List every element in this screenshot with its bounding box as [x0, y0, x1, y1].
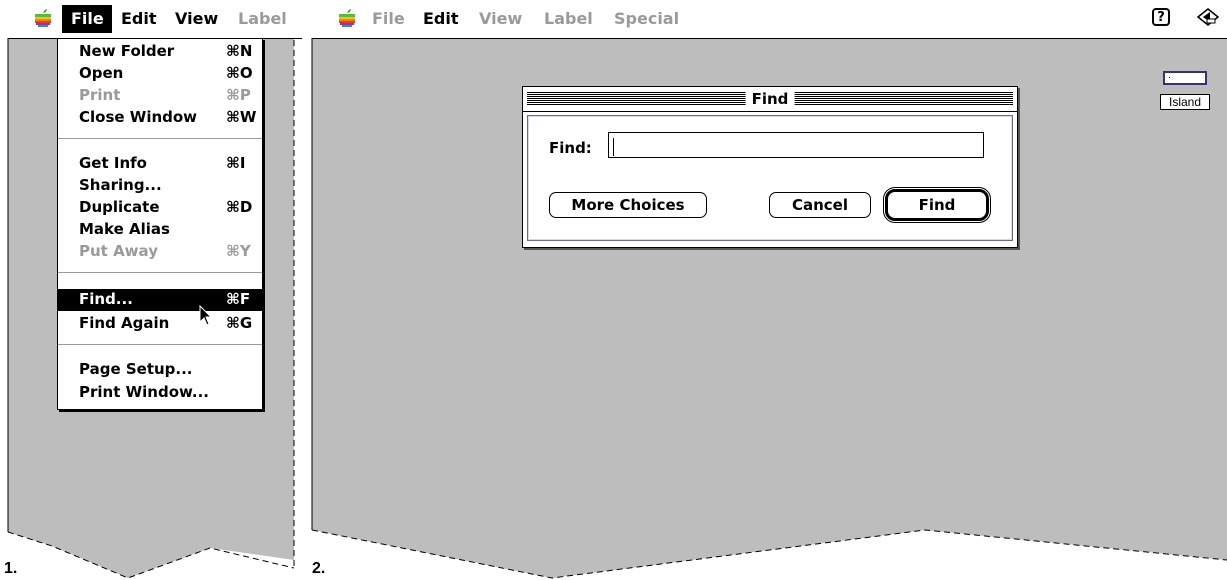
help-icon[interactable]: ?	[1152, 8, 1170, 26]
find-dialog: Find Find: More Choices Cancel Find	[522, 86, 1018, 248]
menu-view[interactable]: View	[479, 9, 522, 28]
help-icon-glyph: ?	[1157, 9, 1165, 25]
application-menu-icon[interactable]	[1196, 6, 1220, 28]
disk-icon[interactable]: .	[1163, 71, 1207, 85]
menu-special[interactable]: Special	[614, 9, 679, 28]
dialog-title-bar[interactable]: Find	[523, 87, 1017, 112]
button-label: Cancel	[791, 196, 848, 214]
dialog-title: Find	[745, 90, 795, 108]
caption-step-2: 2.	[312, 560, 326, 577]
more-choices-button[interactable]: More Choices	[549, 192, 707, 218]
disk-label[interactable]: Island	[1160, 94, 1210, 110]
button-label: Find	[918, 196, 956, 214]
find-field-label: Find:	[549, 139, 592, 157]
panel-2: File Edit View Label Special ? . Island …	[0, 0, 1227, 580]
menu-edit[interactable]: Edit	[423, 9, 459, 28]
button-label: More Choices	[571, 196, 685, 214]
find-button[interactable]: Find	[885, 189, 989, 221]
apple-menu-icon[interactable]	[338, 8, 356, 28]
menu-label[interactable]: Label	[544, 9, 593, 28]
menu-file[interactable]: File	[372, 9, 405, 28]
cancel-button[interactable]: Cancel	[769, 192, 871, 218]
find-input[interactable]	[608, 132, 984, 158]
text-caret	[613, 138, 614, 156]
